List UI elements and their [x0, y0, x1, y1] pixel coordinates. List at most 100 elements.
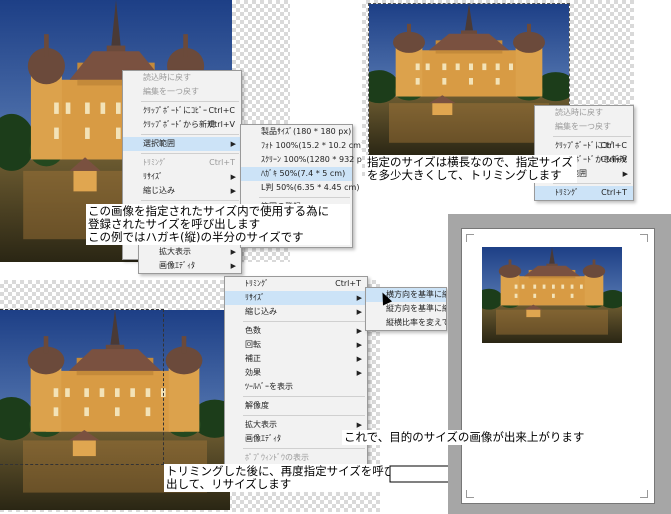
- menu-item-label: 横方向を基準に縮: [386, 290, 447, 299]
- menu-item-label: ﾄﾘﾐﾝｸﾞ: [245, 279, 269, 288]
- submenu-arrow-icon: ▶: [230, 140, 236, 148]
- menu-item-shortcut: Ctrl+C: [600, 141, 627, 150]
- panel3-note: トリミングした後に、再度指定サイズを呼び 出して、リサイズします: [164, 464, 395, 492]
- panel4-note-line: これで、目的のサイズの画像が出来上がります: [344, 430, 585, 444]
- menu-separator: [141, 134, 239, 135]
- menu-item[interactable]: 縮じ込み ▶: [225, 305, 367, 319]
- panel2-note-line: を多少大きくして、トリミングします: [367, 168, 562, 182]
- menu-item: 編集を一つ戻す: [123, 85, 241, 99]
- menu-item[interactable]: 縮じ込み ▶: [123, 184, 241, 198]
- panel2-context-menu: 読込時に戻す 編集を一つ戻す ｸﾘｯﾌﾟﾎﾞｰﾄﾞにｺﾋﾟｰ Ctrl+C ｸﾘｯﾌﾟﾎ…: [534, 105, 634, 201]
- menu-item-label: ｸﾘｯﾌﾟﾎﾞｰﾄﾞから新規: [143, 120, 215, 129]
- panel1-note-line: この例ではハガキ(縦)の半分のサイズです: [88, 230, 304, 244]
- menu-item[interactable]: 拡大表示 ▶: [139, 245, 241, 259]
- menu-item-label: 色数: [245, 326, 261, 335]
- menu-item[interactable]: ﾊｶﾞｷ 50%(7.4 * 5 cm): [241, 167, 352, 181]
- menu-separator: [259, 197, 350, 198]
- menu-item-label: 読込時に戻す: [555, 108, 603, 117]
- submenu-arrow-icon: ▶: [356, 369, 362, 377]
- menu-item-label: L判 50%(6.35 * 4.45 cm): [261, 183, 360, 192]
- menu-separator: [553, 183, 631, 184]
- menu-item[interactable]: 色数 ▶: [225, 324, 367, 338]
- submenu-arrow-icon: ▶: [622, 170, 628, 178]
- menu-item-label: ﾂｰﾙﾊﾞｰを表示: [245, 382, 293, 391]
- menu-item-shortcut: Ctrl+T: [335, 279, 361, 288]
- menu-item-shortcut: Ctrl+T: [601, 188, 627, 197]
- submenu-arrow-icon: ▶: [230, 248, 236, 256]
- submenu-arrow-icon: ▶: [356, 355, 362, 363]
- menu-item-label: ｸﾘｯﾌﾟﾎﾞｰﾄﾞにｺﾋﾟｰ: [143, 106, 207, 115]
- menu-item[interactable]: ﾂｰﾙﾊﾞｰを表示: [225, 380, 367, 394]
- menu-item: 編集を一つ戻す: [535, 120, 633, 134]
- menu-item-label: 画像ｴﾃﾞｨﾀ: [159, 261, 195, 270]
- menu-item-label: 縮じ込み: [143, 186, 175, 195]
- menu-item-label: 解像度: [245, 401, 269, 410]
- menu-item[interactable]: 選択範囲 ▶: [123, 137, 241, 151]
- menu-item-label: 製品ｻｲｽﾞ(180 * 180 px): [261, 127, 352, 136]
- page-corner-mark: [640, 234, 648, 242]
- menu-item[interactable]: 回転 ▶: [225, 338, 367, 352]
- result-photo: [482, 247, 622, 343]
- menu-item[interactable]: 縦方向を基準に縮: [366, 302, 446, 316]
- menu-item-label: 編集を一つ戻す: [143, 87, 199, 96]
- menu-item[interactable]: 補正 ▶: [225, 352, 367, 366]
- menu-item-label: 縮じ込み: [245, 307, 277, 316]
- menu-item[interactable]: 効果 ▶: [225, 366, 367, 380]
- menu-item[interactable]: ｸﾘｯﾌﾟﾎﾞｰﾄﾞにｺﾋﾟｰ Ctrl+C: [535, 139, 633, 153]
- menu-item-label: ﾊｶﾞｷ 50%(7.4 * 5 cm): [261, 169, 346, 178]
- menu-separator: [243, 415, 365, 416]
- menu-item: ﾎﾟﾌﾟｳｨﾝﾄﾞｳの表示: [225, 451, 367, 465]
- selection-marquee: [0, 309, 164, 465]
- menu-item-label: ﾘｻｲｽﾞ: [245, 293, 265, 302]
- menu-separator: [141, 101, 239, 102]
- menu-item[interactable]: ﾘｻｲｽﾞ ▶: [225, 291, 367, 305]
- panel1-context-menu-lower: 拡大表示 ▶ 画像ｴﾃﾞｨﾀ ▶: [138, 244, 242, 274]
- menu-item[interactable]: ｸﾘｯﾌﾟﾎﾞｰﾄﾞにｺﾋﾟｰ Ctrl+C: [123, 104, 241, 118]
- menu-item[interactable]: L判 50%(6.35 * 4.45 cm): [241, 181, 359, 195]
- menu-item-label: 画像ｴﾃﾞｨﾀ: [245, 434, 281, 443]
- menu-item[interactable]: ｸﾘｯﾌﾟﾎﾞｰﾄﾞから新規 Ctrl+V: [123, 118, 241, 132]
- menu-separator: [141, 200, 239, 201]
- menu-separator: [243, 321, 365, 322]
- panel3-note-line: 出して、リサイズします: [166, 477, 292, 491]
- submenu-arrow-icon: ▶: [230, 187, 236, 195]
- menu-item-label: 縦横比率を変えて: [386, 318, 447, 327]
- page-corner-mark: [640, 490, 648, 498]
- submenu-arrow-icon: ▶: [230, 173, 236, 181]
- menu-item-shortcut: Ctrl+V: [208, 120, 235, 129]
- menu-item: 読込時に戻す: [535, 106, 633, 120]
- menu-item[interactable]: ﾄﾘﾐﾝｸﾞ Ctrl+T: [225, 277, 367, 291]
- menu-item: ﾄﾘﾐﾝｸﾞ Ctrl+T: [123, 156, 241, 170]
- menu-item-label: ﾘｻｲｽﾞ: [143, 172, 163, 181]
- menu-item-shortcut: Ctrl+V: [600, 155, 627, 164]
- menu-item-label: ﾌｫﾄ 100%(15.2 * 10.2 cm): [261, 141, 365, 150]
- menu-separator: [141, 153, 239, 154]
- menu-item[interactable]: ﾌｫﾄ 100%(15.2 * 10.2 cm): [241, 139, 364, 153]
- page-corner-mark: [466, 234, 474, 242]
- menu-item[interactable]: 画像ｴﾃﾞｨﾀ ▶: [139, 259, 241, 273]
- submenu-arrow-icon: ▶: [356, 327, 362, 335]
- submenu-arrow-icon: ▶: [356, 294, 362, 302]
- menu-item-label: 読込時に戻す: [143, 73, 191, 82]
- menu-item: 読込時に戻す: [123, 71, 241, 85]
- menu-item-label: ﾄﾘﾐﾝｸﾞ: [143, 158, 167, 167]
- menu-item-shortcut: Ctrl+T: [209, 158, 235, 167]
- menu-item-label: ｽｸﾘｰﾝ 100%(1280 * 932 px): [261, 155, 370, 164]
- menu-item-label: ﾄﾘﾐﾝｸﾞ: [555, 188, 579, 197]
- menu-item[interactable]: ｽｸﾘｰﾝ 100%(1280 * 932 px): [241, 153, 370, 167]
- page-corner-mark: [466, 490, 474, 498]
- menu-item-label: 補正: [245, 354, 261, 363]
- menu-item-label: 縦方向を基準に縮: [386, 304, 447, 313]
- panel4-note: これで、目的のサイズの画像が出来上がります: [342, 430, 585, 445]
- menu-item[interactable]: 解像度: [225, 399, 367, 413]
- menu-separator: [553, 136, 631, 137]
- menu-item[interactable]: ﾄﾘﾐﾝｸﾞ Ctrl+T: [535, 186, 633, 200]
- menu-item[interactable]: 縦横比率を変えて: [366, 316, 446, 330]
- menu-item-label: 選択範囲: [143, 139, 175, 148]
- menu-item[interactable]: 製品ｻｲｽﾞ(180 * 180 px): [241, 125, 352, 139]
- menu-item[interactable]: ﾘｻｲｽﾞ ▶: [123, 170, 241, 184]
- menu-item-label: 拡大表示: [159, 247, 191, 256]
- menu-separator: [243, 396, 365, 397]
- menu-item-label: ﾎﾟﾌﾟｳｨﾝﾄﾞｳの表示: [245, 453, 309, 462]
- panel2-note: 指定のサイズは横長なので、指定サイズ を多少大きくして、トリミングします: [365, 155, 577, 183]
